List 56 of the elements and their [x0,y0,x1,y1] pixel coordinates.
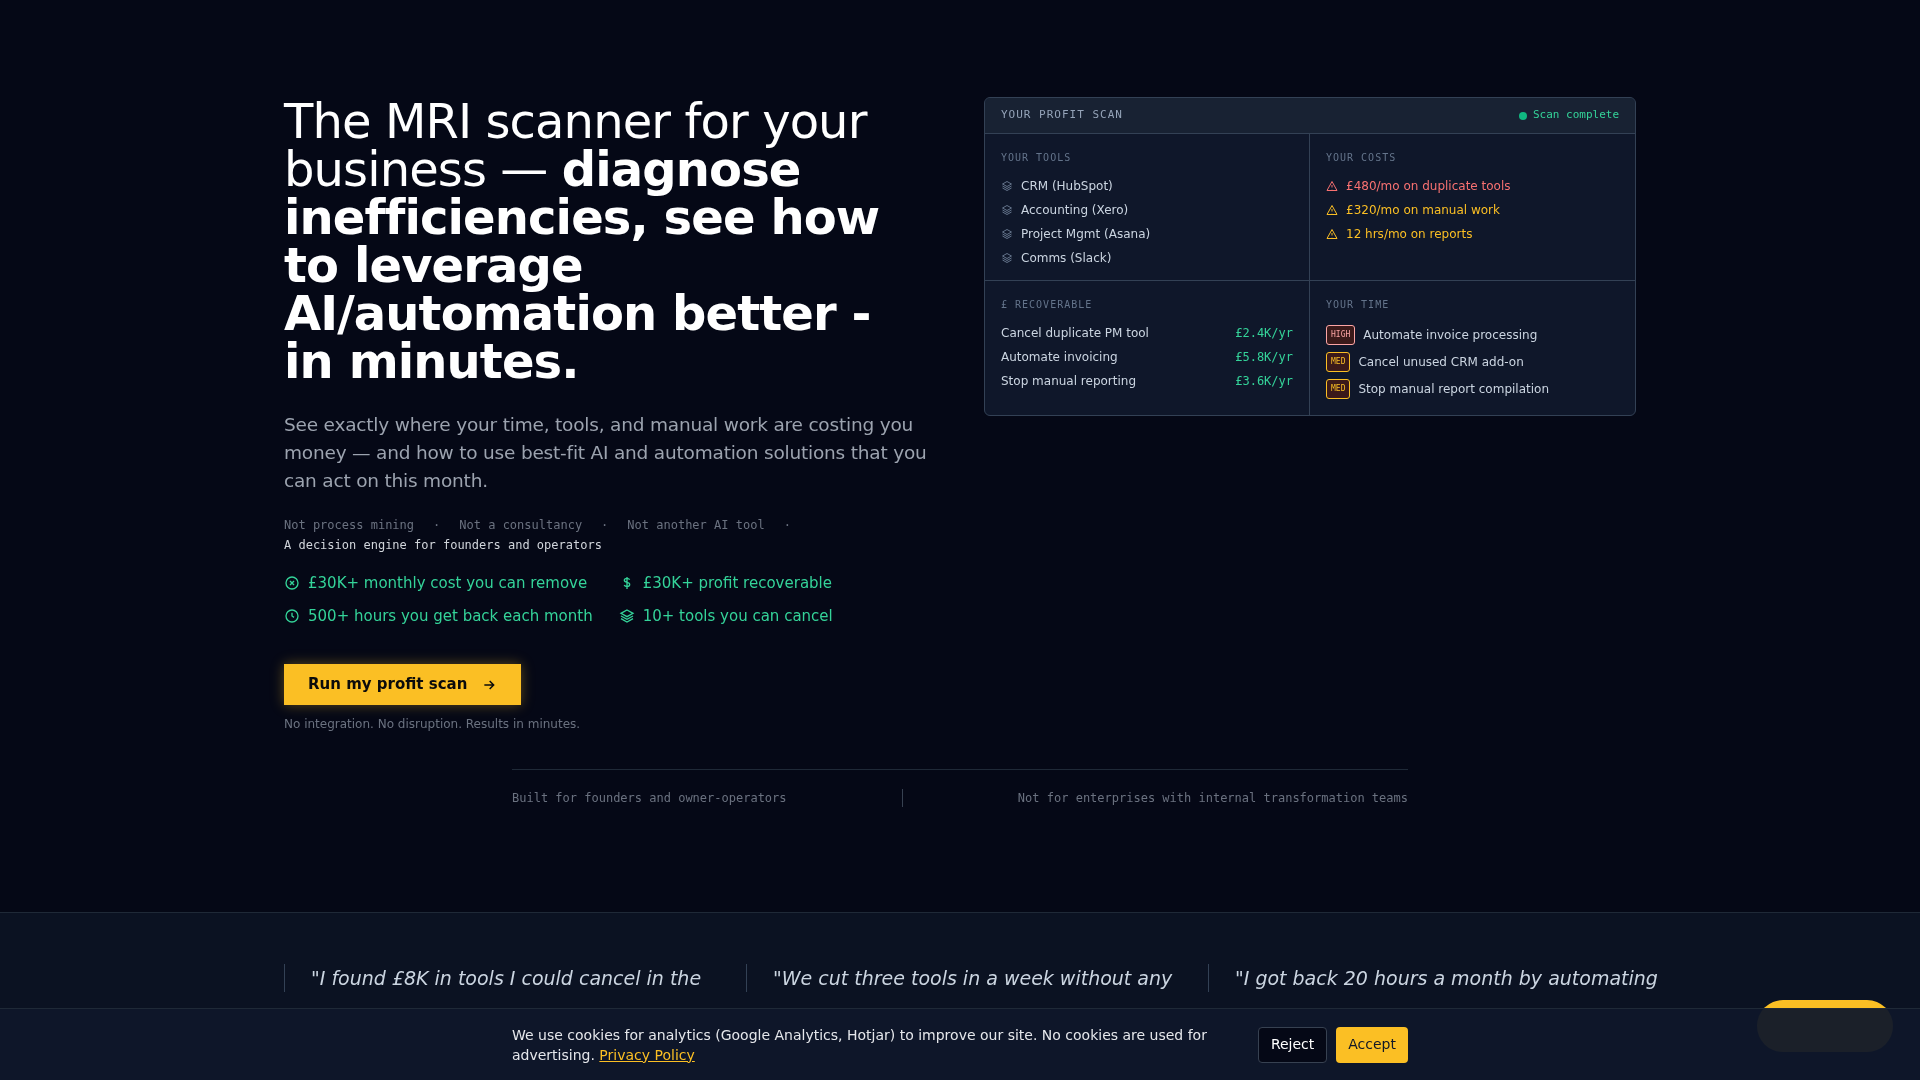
section-heading: YOUR COSTS [1326,151,1398,165]
clock-icon [284,607,300,624]
saving-value: £3.6K/yr [1235,373,1293,390]
stat-text: 500+ hours you get back each month [308,605,593,627]
layers-icon [618,607,635,624]
saving-label: Stop manual reporting [1001,373,1137,390]
saving-value: £5.8K/yr [1235,349,1293,366]
stat-text: £30K+ profit recoverable [642,573,832,594]
testimonial-quote: "We cut three tools in a week without any [773,966,1174,991]
task-text: Stop manual report compilation [1358,380,1550,398]
layers-icon [1001,252,1013,264]
positioning-text: Not a consultancy [459,517,583,534]
priority-badge: HIGH [1326,324,1356,345]
section-heading: YOUR TOOLS [1001,151,1073,165]
section-heading: YOUR TIME [1326,298,1391,312]
priority-badge: MED [1326,351,1351,372]
audience-note: Built for founders and owner-operators [512,790,787,807]
positioning-text: · [601,517,609,534]
testimonial-quote: "I got back 20 hours a month by automating [1235,966,1658,991]
layers-icon [1001,180,1013,192]
tool-name: Accounting (Xero) [1021,202,1129,219]
cookie-accept-button[interactable]: Accept [1336,1026,1408,1063]
saving-value: £2.4K/yr [1235,325,1293,342]
priority-badge: MED [1326,378,1351,399]
positioning-text: · [433,517,441,534]
layers-icon [1001,228,1013,240]
x-circle-icon [284,575,300,592]
layers-icon [1001,204,1013,216]
tagline: A decision engine for founders and operators [284,537,603,554]
status-text: Scan complete [1532,107,1619,124]
privacy-link[interactable]: Privacy Policy [599,1046,695,1063]
saving-label: Cancel duplicate PM tool [1001,325,1149,342]
subheadline: See exactly where your time, tools, and manual work are costing you money — and how to use best-fit AI and automation solutions that you can act on this month. [284,413,928,493]
cta-note: No integration. No disruption. Results in minutes. [284,716,582,733]
tool-name: CRM (HubSpot) [1021,178,1113,195]
task-text: Automate invoice processing [1363,326,1538,344]
task-text: Cancel unused CRM add-on [1358,353,1524,371]
cost-text: £480/mo on duplicate tools [1346,178,1511,195]
cost-text: 12 hrs/mo on reports [1346,226,1473,243]
tool-name: Comms (Slack) [1021,250,1112,267]
headline: The MRI scanner for your business — diagnose inefficiencies, see how to leverage AI/automation better - in minutes. [284,97,881,385]
stat-text: 10+ tools you can cancel [642,605,833,627]
cookie-reject-button[interactable]: Reject [1257,1026,1328,1063]
positioning-text: · [783,517,791,534]
section-heading: £ RECOVERABLE [1001,298,1094,312]
stat-text: £30K+ monthly cost you can remove [308,573,588,594]
positioning-text: Not process mining [284,517,415,534]
profit-scan-button[interactable]: Run my profit scan [284,664,522,705]
saving-label: Automate invoicing [1001,349,1118,366]
card-title: YOUR PROFIT SCAN [1001,107,1123,124]
positioning-text: Not another AI tool [627,517,765,534]
audience-note: Not for enterprises with internal transformation teams [1017,790,1408,807]
cookie-notice: We use cookies for analytics (Google Analytics, Hotjar) to improve our site. No cookies are used for advertising. Privacy Policy [512,1025,1208,1065]
tool-name: Project Mgmt (Asana) [1021,226,1151,243]
testimonial-quote: "I found £8K in tools I could cancel in the [311,966,703,991]
cost-text: £320/mo on manual work [1346,202,1500,219]
